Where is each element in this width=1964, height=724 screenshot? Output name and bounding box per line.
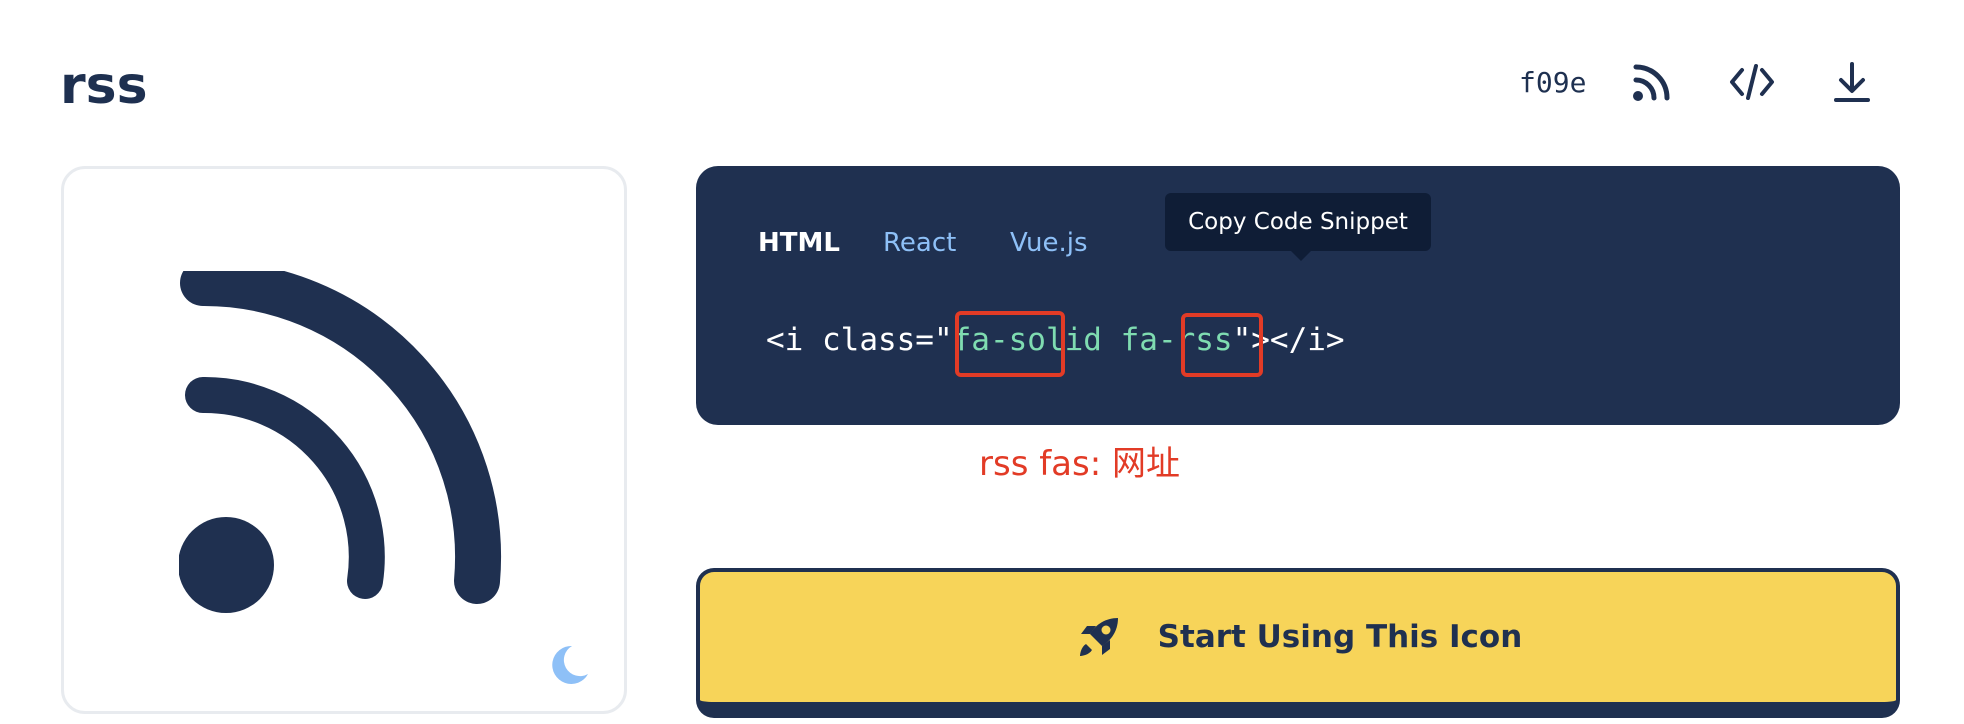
unicode-value[interactable]: f09e [1519,66,1586,99]
header-code-button[interactable] [1728,58,1776,106]
snippet-open: <i class=" [766,322,953,358]
highlight-box-fa-solid [955,311,1065,377]
moon-icon[interactable] [546,643,590,687]
tab-vuejs[interactable]: Vue.js [1010,228,1088,258]
tab-html[interactable]: HTML [758,228,840,258]
highlight-box-fa-rss [1181,313,1263,377]
code-snippet-panel: HTML React Vue.js Copy Code Snippet <i c… [696,166,1900,425]
copy-tooltip: Copy Code Snippet [1165,193,1431,261]
header-download-button[interactable] [1828,58,1876,106]
code-icon [1730,64,1774,100]
annotation-note: rss fas: 网址 [979,444,1180,484]
rss-icon [1633,64,1670,101]
header-rss-button[interactable] [1628,58,1676,106]
rocket-icon [1079,618,1118,656]
icon-title: rss [60,56,148,116]
start-using-icon-button[interactable]: Start Using This Icon [696,568,1900,718]
start-using-label: Start Using This Icon [1157,619,1523,655]
download-icon [1834,62,1870,102]
copy-tooltip-text: Copy Code Snippet [1188,209,1408,235]
rss-icon [179,271,502,613]
tab-react[interactable]: React [883,228,956,258]
icon-preview-card [61,166,627,714]
